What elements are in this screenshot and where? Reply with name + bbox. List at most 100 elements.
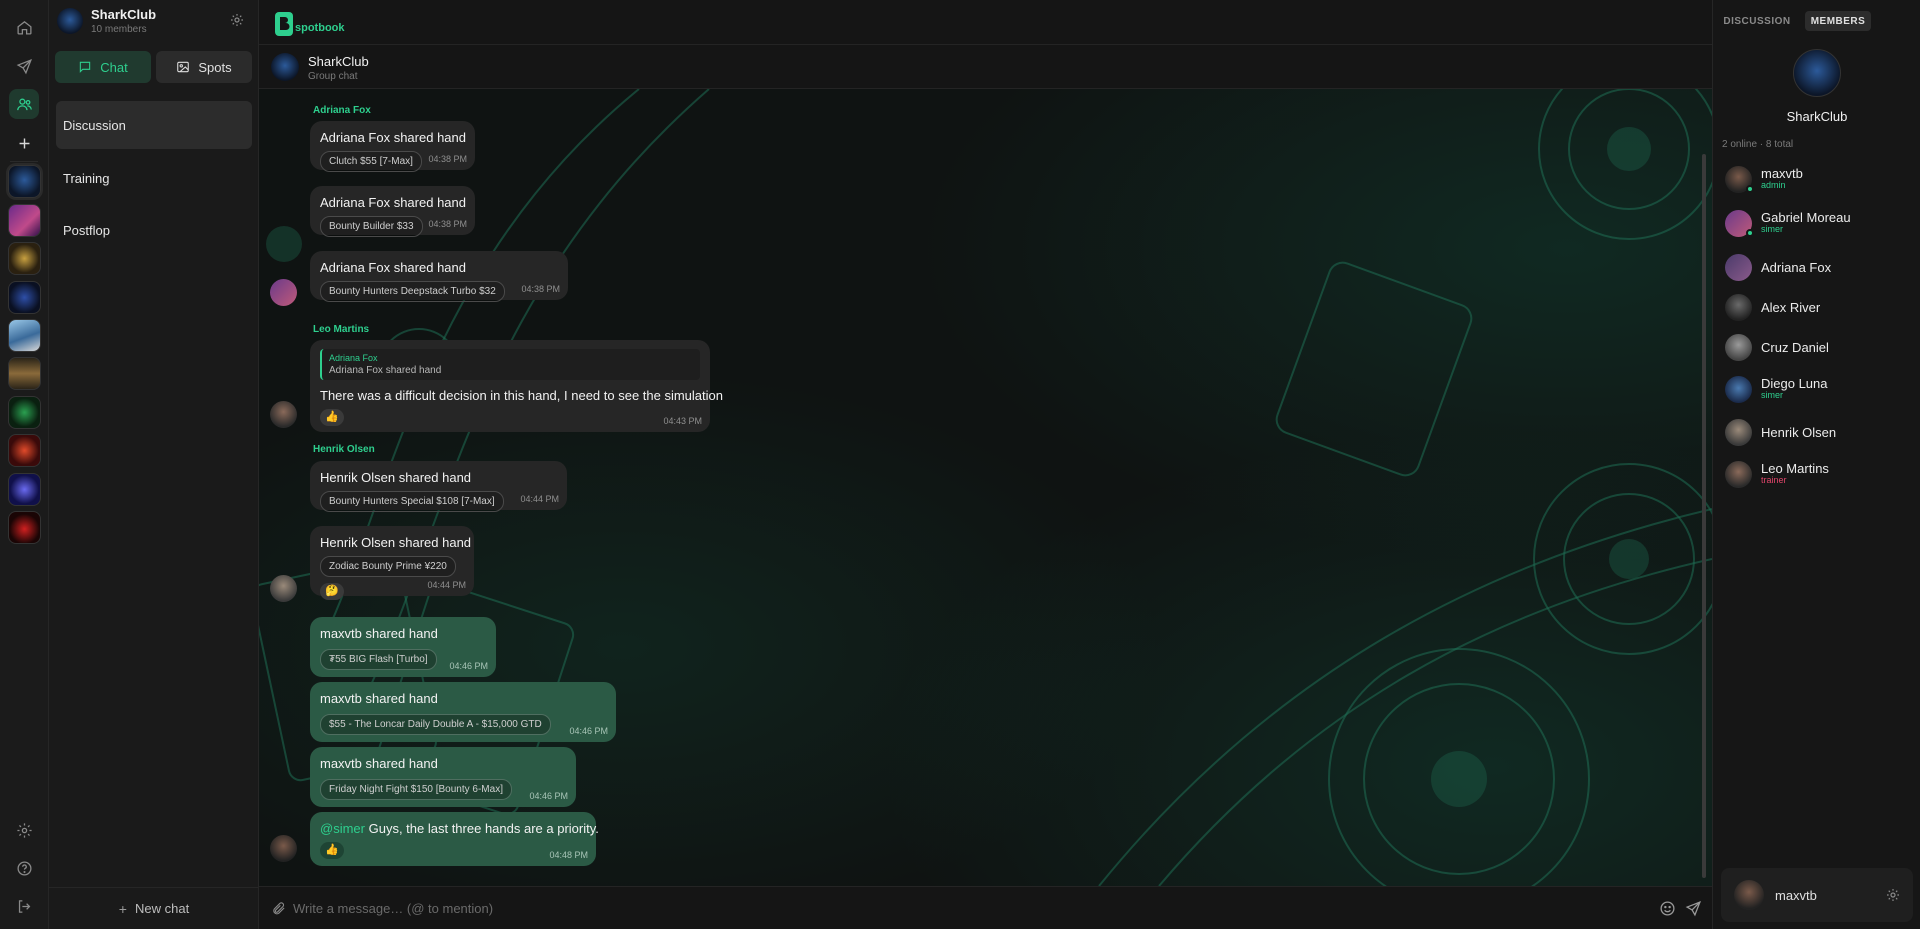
server-avatar[interactable] (8, 281, 41, 314)
brand-logo-icon (275, 12, 293, 36)
tab-chat[interactable]: Chat (55, 51, 151, 83)
quote-author: Adriana Fox (329, 353, 378, 363)
avatar (1725, 294, 1752, 321)
emoji-icon[interactable] (1659, 900, 1676, 917)
server-avatar[interactable] (8, 511, 41, 544)
own-message-bubble[interactable]: maxvtb shared hand ₮55 BIG Flash [Turbo]… (310, 617, 496, 677)
message-sender[interactable]: Adriana Fox (313, 105, 371, 116)
hand-chip[interactable]: Bounty Builder $33 (320, 216, 423, 237)
server-sharkclub[interactable] (8, 165, 41, 198)
attach-icon[interactable] (271, 901, 286, 916)
current-user-card[interactable]: maxvtb (1721, 868, 1913, 922)
help-icon[interactable] (9, 853, 39, 883)
server-avatar[interactable] (8, 434, 41, 467)
message-time: 04:38 PM (428, 154, 467, 164)
scrollbar[interactable] (1702, 154, 1706, 878)
own-message-bubble[interactable]: maxvtb shared hand Friday Night Fight $1… (310, 747, 576, 807)
tab-members[interactable]: MEMBERS (1805, 11, 1871, 31)
channel-postflop[interactable]: Postflop (56, 206, 252, 254)
members-panel: DISCUSSION MEMBERS SharkClub 2 online · … (1712, 0, 1920, 929)
group-header: SharkClub 10 members (49, 0, 259, 43)
avatar[interactable] (270, 279, 297, 306)
tab-spots[interactable]: Spots (156, 51, 252, 83)
quote-text: Adriana Fox shared hand (329, 365, 442, 376)
rail-divider (10, 161, 38, 162)
reaction-emoji[interactable]: 👍 (320, 842, 344, 859)
tab-chat-label: Chat (100, 59, 128, 75)
member-row[interactable]: Alex River (1725, 291, 1915, 325)
group-avatar (57, 8, 83, 34)
avatar (1725, 461, 1752, 488)
avatar[interactable] (270, 575, 297, 602)
member-row[interactable]: Gabriel Moreau simer (1725, 207, 1915, 241)
tab-discussion[interactable]: DISCUSSION (1721, 11, 1793, 31)
app-root: SharkClub 10 members Chat Spots Discussi… (0, 0, 1920, 929)
home-icon[interactable] (9, 12, 39, 42)
hand-chip[interactable]: Bounty Hunters Special $108 [7-Max] (320, 491, 504, 512)
message-composer: Write a message… (@ to mention) (259, 886, 1712, 929)
member-role: trainer (1761, 475, 1787, 485)
own-message-bubble[interactable]: maxvtb shared hand $55 - The Loncar Dail… (310, 682, 616, 742)
avatar[interactable] (270, 835, 297, 862)
avatar[interactable] (270, 401, 297, 428)
reply-quote[interactable]: Adriana Fox Adriana Fox shared hand (320, 349, 700, 380)
users-icon[interactable] (9, 89, 39, 119)
hand-chip[interactable]: Zodiac Bounty Prime ¥220 (320, 556, 456, 577)
server-avatar[interactable] (8, 204, 41, 237)
user-settings-icon[interactable] (1885, 887, 1901, 903)
hand-chip[interactable]: Clutch $55 [7-Max] (320, 151, 422, 172)
member-row[interactable]: Cruz Daniel (1725, 331, 1915, 365)
message-time: 04:46 PM (529, 791, 568, 801)
member-row[interactable]: Leo Martins trainer (1725, 458, 1915, 492)
message-input[interactable]: Write a message… (@ to mention) (293, 901, 493, 916)
send-icon[interactable] (9, 51, 39, 81)
online-indicator (1746, 229, 1754, 237)
message-title: Adriana Fox shared hand (320, 195, 466, 210)
message-time: 04:38 PM (428, 219, 467, 229)
brand-logo[interactable]: spotbook (275, 12, 345, 36)
group-settings-icon[interactable] (229, 12, 245, 28)
message-bubble[interactable]: Henrik Olsen shared hand Bounty Hunters … (310, 461, 567, 512)
group-name: SharkClub (91, 7, 157, 22)
reaction-emoji[interactable]: 👍 (320, 409, 344, 426)
message-bubble[interactable]: Henrik Olsen shared hand Zodiac Bounty P… (310, 526, 474, 600)
message-bubble[interactable]: Adriana Fox shared hand Clutch $55 [7-Ma… (310, 121, 475, 172)
new-chat-button[interactable]: + New chat (49, 887, 259, 929)
send-icon[interactable] (1685, 900, 1702, 917)
message-time: 04:44 PM (520, 494, 559, 504)
message-sender[interactable]: Leo Martins (313, 324, 369, 335)
logout-icon[interactable] (9, 891, 39, 921)
message-bubble[interactable]: Adriana Fox Adriana Fox shared hand Ther… (310, 340, 723, 432)
message-list[interactable]: Adriana Fox Adriana Fox shared hand Clut… (259, 89, 1712, 886)
message-bubble[interactable]: Adriana Fox shared hand Bounty Hunters D… (310, 251, 568, 302)
server-avatar[interactable] (8, 396, 41, 429)
avatar (1725, 254, 1752, 281)
member-row[interactable]: Adriana Fox (1725, 251, 1915, 285)
message-time: 04:46 PM (449, 661, 488, 671)
hand-chip[interactable]: Bounty Hunters Deepstack Turbo $32 (320, 281, 505, 302)
reaction-emoji[interactable]: 🤔 (320, 583, 344, 600)
own-message-bubble[interactable]: @simer Guys, the last three hands are a … (310, 812, 599, 866)
message-title: maxvtb shared hand (320, 691, 438, 706)
server-avatar[interactable] (8, 357, 41, 390)
member-role: admin (1761, 180, 1786, 190)
server-avatar[interactable] (8, 242, 41, 275)
message-bubble[interactable]: Adriana Fox shared hand Bounty Builder $… (310, 186, 475, 237)
mention[interactable]: @simer (320, 821, 365, 836)
hand-chip[interactable]: $55 - The Loncar Daily Double A - $15,00… (320, 714, 551, 735)
message-sender[interactable]: Henrik Olsen (313, 444, 375, 455)
server-avatar[interactable] (8, 319, 41, 352)
channel-discussion[interactable]: Discussion (56, 101, 252, 149)
current-user-name: maxvtb (1775, 888, 1817, 903)
member-row[interactable]: Diego Luna simer (1725, 373, 1915, 407)
member-row[interactable]: maxvtb admin (1725, 163, 1915, 197)
channel-label: Discussion (63, 117, 126, 133)
channel-training[interactable]: Training (56, 154, 252, 202)
hand-chip[interactable]: Friday Night Fight $150 [Bounty 6-Max] (320, 779, 512, 800)
plus-icon[interactable] (9, 128, 39, 158)
member-row[interactable]: Henrik Olsen (1725, 416, 1915, 450)
hand-chip[interactable]: ₮55 BIG Flash [Turbo] (320, 649, 437, 670)
server-avatar[interactable] (8, 473, 41, 506)
plus-icon: + (118, 900, 127, 917)
settings-icon[interactable] (9, 815, 39, 845)
